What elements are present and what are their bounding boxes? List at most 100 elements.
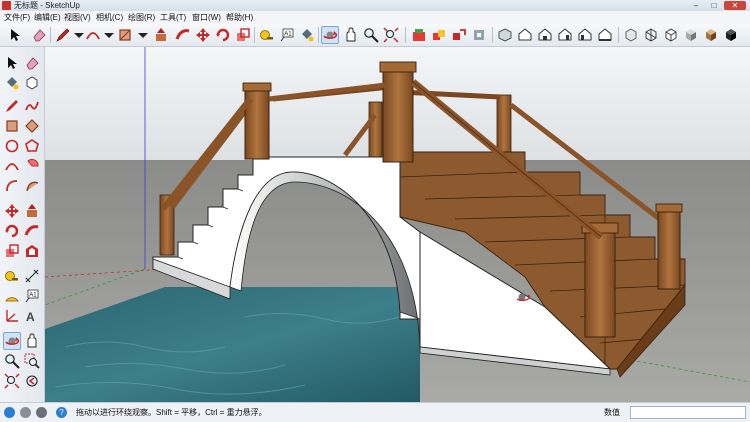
toolbar-separator <box>318 27 319 43</box>
toolbar-separator <box>492 27 493 43</box>
warehouse-icon[interactable] <box>410 26 428 44</box>
components-icon[interactable] <box>430 26 448 44</box>
left-view-icon[interactable] <box>596 26 614 44</box>
geo-location-icon[interactable] <box>4 407 15 418</box>
freehand-icon[interactable] <box>23 97 41 115</box>
post-front-bottom-right <box>584 228 616 338</box>
orbit-icon[interactable] <box>3 332 21 350</box>
push-pull-icon[interactable] <box>23 202 41 220</box>
monochrome-icon[interactable] <box>722 26 740 44</box>
menu-file[interactable]: 文件(F) <box>4 11 30 24</box>
extension-icon[interactable] <box>470 26 488 44</box>
polygon-icon[interactable] <box>23 137 41 155</box>
axes-icon[interactable] <box>3 307 21 325</box>
front-view-icon[interactable] <box>536 26 554 44</box>
pie-icon[interactable] <box>23 157 41 175</box>
back-view-icon[interactable] <box>576 26 594 44</box>
window-title: 无标题 - SketchUp <box>14 1 80 10</box>
zoom-icon[interactable] <box>362 26 380 44</box>
toolbar-separator <box>618 27 619 43</box>
tape-measure-icon[interactable] <box>3 267 21 285</box>
rotate-icon[interactable] <box>214 26 232 44</box>
menu-view[interactable]: 视图(V) <box>64 11 91 24</box>
menu-help[interactable]: 帮助(H) <box>226 11 253 24</box>
rectangle-icon[interactable] <box>3 117 21 135</box>
3d-text-icon[interactable]: A <box>23 307 41 325</box>
protractor-icon[interactable] <box>3 287 21 305</box>
zoom-icon[interactable] <box>3 352 21 370</box>
make-component-icon[interactable] <box>23 74 41 92</box>
right-view-icon[interactable] <box>556 26 574 44</box>
dimension-icon[interactable] <box>23 267 41 285</box>
status-bar: ? 拖动以进行环绕观察。Shift = 平移，Ctrl = 重力悬浮。 数值 <box>0 402 750 422</box>
circle-icon[interactable] <box>3 137 21 155</box>
menu-edit[interactable]: 编辑(E) <box>34 11 61 24</box>
svg-text:A: A <box>26 310 35 324</box>
scale-icon[interactable] <box>234 26 252 44</box>
dropdown-arrow-icon[interactable] <box>70 26 84 44</box>
toolbar-separator <box>405 27 406 43</box>
select-arrow-icon[interactable] <box>6 26 24 44</box>
offset-icon[interactable] <box>23 242 41 260</box>
three-point-arc-icon[interactable] <box>23 177 41 195</box>
model-viewport[interactable] <box>45 47 750 402</box>
maximize-button[interactable]: □ <box>706 1 722 10</box>
zoom-extents-icon[interactable] <box>3 372 21 390</box>
sketchup-app-icon <box>2 1 11 10</box>
wireframe-icon[interactable] <box>642 26 660 44</box>
help-icon[interactable]: ? <box>56 407 67 418</box>
xray-icon[interactable] <box>622 26 640 44</box>
iso-view-icon[interactable] <box>496 26 514 44</box>
zoom-window-icon[interactable] <box>23 352 41 370</box>
minimize-button[interactable]: – <box>688 1 704 10</box>
dropdown-arrow-icon[interactable] <box>134 26 148 44</box>
orbit-icon[interactable] <box>321 26 339 44</box>
close-button[interactable]: ✕ <box>724 1 746 10</box>
line-icon[interactable] <box>3 97 21 115</box>
rotated-rectangle-icon[interactable] <box>23 117 41 135</box>
textured-icon[interactable] <box>702 26 720 44</box>
scale-icon[interactable] <box>3 242 21 260</box>
rotate-icon[interactable] <box>3 222 21 240</box>
tape-measure-icon[interactable] <box>258 26 276 44</box>
pan-icon[interactable] <box>342 26 360 44</box>
eraser-icon[interactable] <box>30 26 48 44</box>
top-view-icon[interactable] <box>516 26 534 44</box>
svg-text:A1: A1 <box>284 32 292 38</box>
previous-view-icon[interactable] <box>23 372 41 390</box>
rectangle-icon[interactable] <box>116 26 134 44</box>
follow-me-icon[interactable] <box>174 26 192 44</box>
arc-icon[interactable] <box>3 157 21 175</box>
select-icon[interactable] <box>3 54 21 72</box>
menu-draw[interactable]: 绘图(R) <box>128 11 155 24</box>
svg-text:A1: A1 <box>29 293 37 299</box>
menu-window[interactable]: 窗口(W) <box>192 11 221 24</box>
credits-icon[interactable] <box>20 407 31 418</box>
status-message: 拖动以进行环绕观察。Shift = 平移，Ctrl = 重力悬浮。 <box>76 408 267 417</box>
measurements-label: 数值 <box>604 408 620 417</box>
measurements-input[interactable] <box>630 406 746 419</box>
title-bar: 无标题 - SketchUp – □ ✕ <box>0 0 750 11</box>
push-pull-icon[interactable] <box>152 26 170 44</box>
follow-me-icon[interactable] <box>23 222 41 240</box>
eraser-icon[interactable] <box>23 54 41 72</box>
hidden-line-icon[interactable] <box>662 26 680 44</box>
move-icon[interactable] <box>194 26 212 44</box>
post-front-top-left <box>244 86 270 160</box>
menu-bar: 文件(F) 编辑(E) 视图(V) 相机(C) 绘图(R) 工具(T) 窗口(W… <box>0 11 750 25</box>
text-icon[interactable]: A1 <box>23 287 41 305</box>
post-cap-top-center <box>379 61 417 73</box>
paint-bucket-icon[interactable] <box>3 74 21 92</box>
menu-camera[interactable]: 相机(C) <box>96 11 123 24</box>
menu-tools[interactable]: 工具(T) <box>160 11 186 24</box>
move-icon[interactable] <box>3 202 21 220</box>
user-icon[interactable] <box>36 407 47 418</box>
share-icon[interactable] <box>450 26 468 44</box>
dropdown-arrow-icon[interactable] <box>100 26 114 44</box>
paint-bucket-icon[interactable] <box>298 26 316 44</box>
two-point-arc-icon[interactable] <box>3 177 21 195</box>
zoom-extents-icon[interactable] <box>382 26 400 44</box>
text-icon[interactable]: A1 <box>278 26 296 44</box>
pan-icon[interactable] <box>23 332 41 350</box>
shaded-icon[interactable] <box>682 26 700 44</box>
